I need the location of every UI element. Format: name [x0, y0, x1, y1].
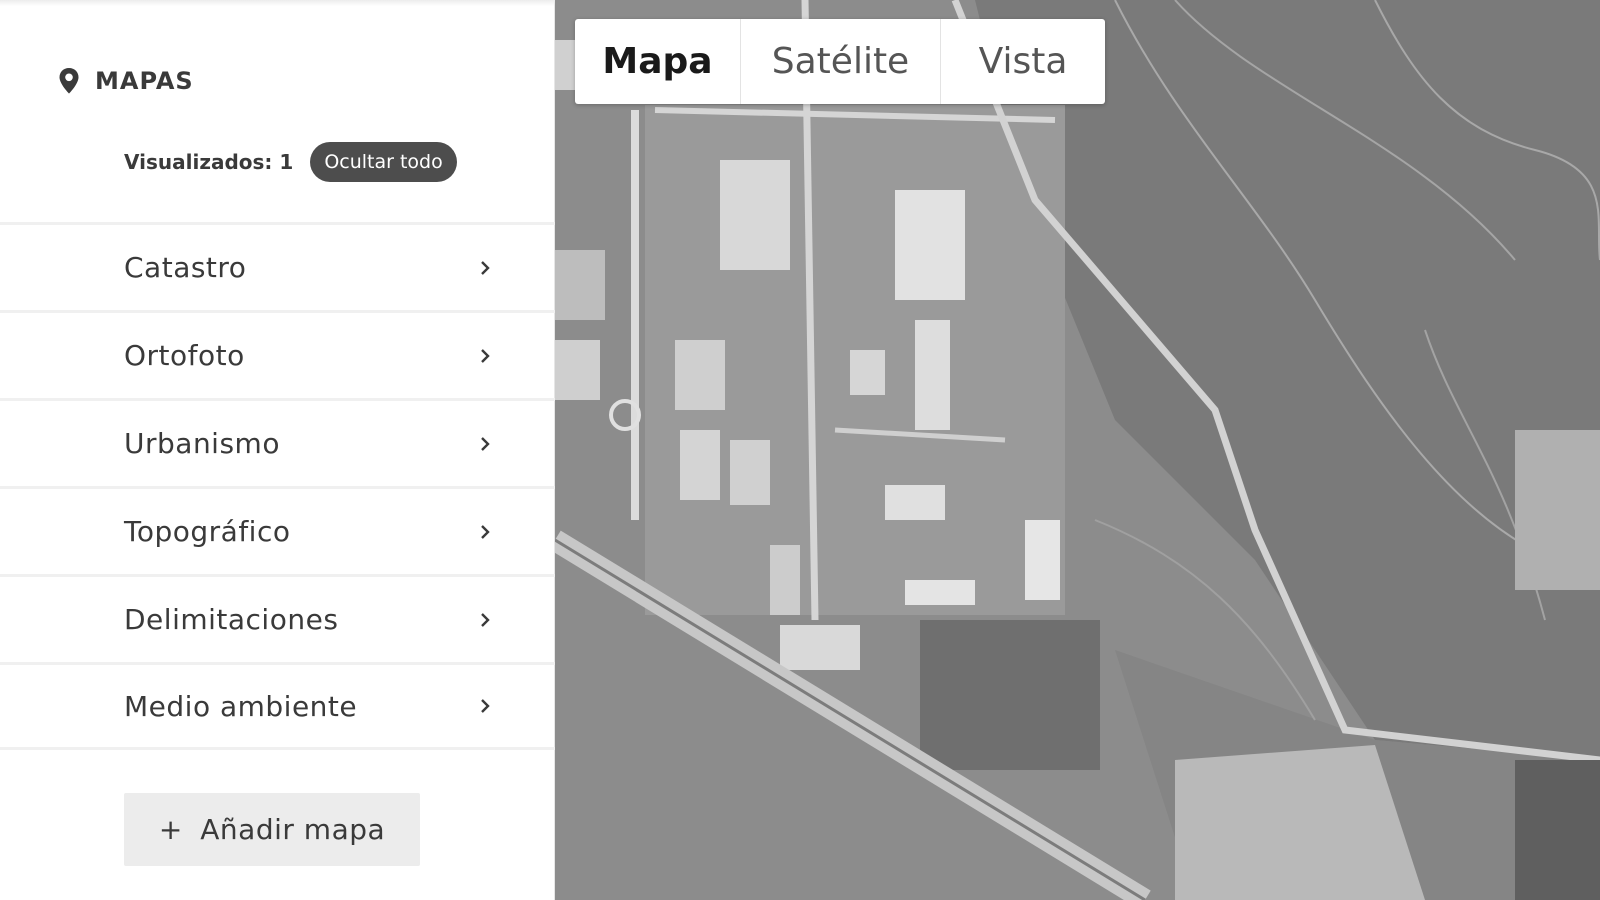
plus-icon: + [158, 813, 183, 846]
map-item-label: Medio ambiente [124, 689, 358, 723]
chevron-right-icon [481, 524, 490, 539]
visible-count-label: Visualizados: 1 [124, 150, 294, 174]
map-item-label: Topográfico [124, 515, 291, 548]
map-layer-list: Catastro Ortofoto Urbanismo Topográfico … [0, 222, 555, 750]
map-canvas[interactable] [555, 0, 1600, 900]
map-item-medio-ambiente[interactable]: Medio ambiente [0, 662, 555, 750]
map-item-topografico[interactable]: Topográfico [0, 486, 555, 574]
add-map-label: Añadir mapa [200, 813, 386, 846]
map-item-ortofoto[interactable]: Ortofoto [0, 310, 555, 398]
hide-all-button[interactable]: Ocultar todo [310, 142, 457, 182]
map-item-label: Delimitaciones [124, 603, 339, 636]
top-shadow [0, 0, 555, 6]
map-item-label: Catastro [124, 251, 247, 284]
map-item-delimitaciones[interactable]: Delimitaciones [0, 574, 555, 662]
map-item-label: Urbanismo [124, 427, 280, 460]
chevron-right-icon [481, 699, 490, 713]
map-pin-icon [59, 68, 79, 94]
view-option-satellite[interactable]: Satélite [741, 19, 941, 104]
chevron-right-icon [481, 260, 490, 275]
maps-section-header: MAPAS [57, 66, 194, 96]
map-item-urbanismo[interactable]: Urbanismo [0, 398, 555, 486]
map-view-switch: Mapa Satélite Vista [575, 19, 1105, 104]
add-map-button[interactable]: + Añadir mapa [124, 793, 420, 866]
aerial-orthophoto [555, 0, 1600, 900]
map-item-label: Ortofoto [124, 339, 245, 372]
view-option-map[interactable]: Mapa [575, 19, 741, 104]
chevron-right-icon [481, 612, 490, 627]
maps-section-title: MAPAS [95, 67, 194, 95]
map-item-catastro[interactable]: Catastro [0, 222, 555, 310]
maps-sidebar: MAPAS Visualizados: 1 Ocultar todo Catas… [0, 0, 555, 900]
chevron-right-icon [481, 436, 490, 451]
view-option-view[interactable]: Vista [941, 19, 1105, 104]
visible-count-row: Visualizados: 1 Ocultar todo [124, 142, 457, 182]
chevron-right-icon [481, 348, 490, 363]
